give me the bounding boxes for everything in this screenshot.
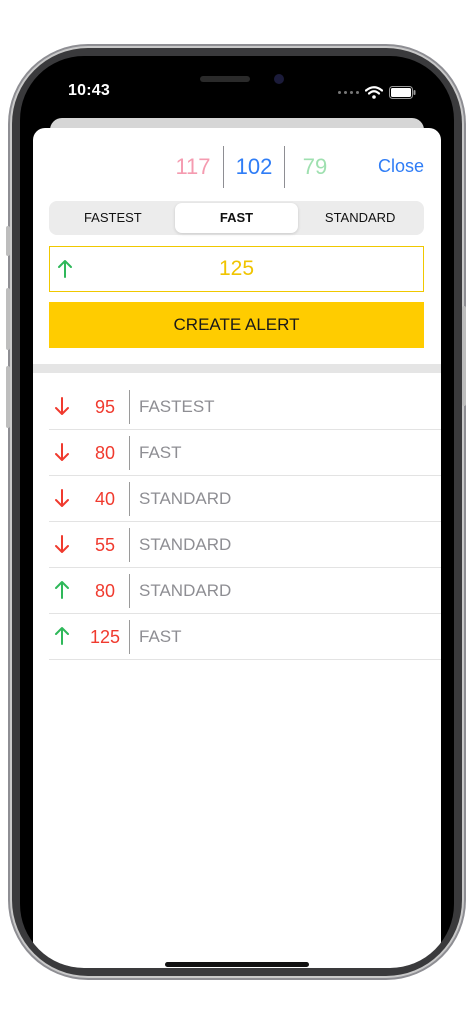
direction-icon bbox=[53, 534, 71, 559]
direction-icon bbox=[53, 626, 71, 651]
alert-row[interactable]: 80 STANDARD bbox=[49, 568, 441, 614]
cellular-signal-icon bbox=[338, 91, 359, 94]
price-fast: 102 bbox=[235, 154, 273, 179]
alert-row[interactable]: 80 FAST bbox=[49, 430, 441, 476]
segment-standard[interactable]: STANDARD bbox=[298, 203, 422, 233]
alert-row[interactable]: 40 STANDARD bbox=[49, 476, 441, 522]
direction-icon bbox=[53, 580, 71, 605]
alert-price-value[interactable]: 125 bbox=[50, 257, 423, 281]
alert-speed: STANDARD bbox=[139, 535, 232, 554]
direction-icon bbox=[53, 488, 71, 513]
arrow-down-icon bbox=[55, 443, 69, 461]
gas-prices: 117 102 79 bbox=[163, 146, 345, 188]
close-button[interactable]: Close bbox=[378, 156, 424, 177]
price-fastest: 117 bbox=[175, 154, 211, 179]
arrow-up-icon bbox=[55, 627, 69, 645]
side-button-silent bbox=[6, 226, 10, 256]
alert-speed: FAST bbox=[139, 627, 182, 646]
arrow-down-icon bbox=[55, 535, 69, 553]
alert-speed: FAST bbox=[139, 443, 182, 462]
segment-fast[interactable]: FAST bbox=[174, 203, 299, 233]
row-divider bbox=[129, 620, 130, 654]
side-button-volume-up bbox=[6, 288, 10, 350]
alert-sheet: 117 102 79 Close FASTEST FAST STANDARD 1… bbox=[33, 128, 441, 968]
phone-screen: 10:43 117 102 79 Close FASTEST FAST STAN… bbox=[20, 56, 454, 968]
speed-segmented-control: FASTEST FAST STANDARD bbox=[49, 201, 424, 235]
alert-value: 80 bbox=[94, 443, 116, 463]
segment-fastest[interactable]: FASTEST bbox=[51, 203, 175, 233]
section-divider bbox=[33, 364, 441, 373]
direction-icon bbox=[53, 396, 71, 421]
alert-speed: FASTEST bbox=[139, 397, 215, 416]
status-icons bbox=[338, 86, 416, 99]
alert-speed: STANDARD bbox=[139, 581, 232, 600]
alert-list: 95 FASTEST 80 FAST 40 STANDARD 55 STANDA… bbox=[49, 384, 441, 660]
battery-icon bbox=[389, 86, 416, 99]
alert-value: 40 bbox=[94, 489, 116, 509]
row-divider bbox=[129, 528, 130, 562]
alert-row[interactable]: 95 FASTEST bbox=[49, 384, 441, 430]
alert-speed: STANDARD bbox=[139, 489, 232, 508]
alert-price-input[interactable]: 125 bbox=[49, 246, 424, 292]
direction-icon bbox=[53, 442, 71, 467]
arrow-down-icon bbox=[55, 489, 69, 507]
alert-row[interactable]: 55 STANDARD bbox=[49, 522, 441, 568]
alert-row[interactable]: 125 FAST bbox=[49, 614, 441, 660]
side-button-power bbox=[462, 306, 466, 406]
price-standard: 79 bbox=[302, 154, 328, 179]
earpiece-speaker bbox=[200, 76, 250, 82]
status-time: 10:43 bbox=[68, 82, 110, 99]
arrow-up-icon bbox=[55, 581, 69, 599]
row-divider bbox=[129, 390, 130, 424]
side-button-volume-down bbox=[6, 366, 10, 428]
alert-value: 125 bbox=[89, 627, 121, 647]
arrow-down-icon bbox=[55, 397, 69, 415]
home-indicator[interactable] bbox=[165, 962, 309, 967]
row-divider bbox=[129, 436, 130, 470]
alert-value: 55 bbox=[94, 535, 116, 555]
row-divider bbox=[129, 574, 130, 608]
create-alert-button[interactable]: CREATE ALERT bbox=[49, 302, 424, 348]
front-camera bbox=[274, 74, 284, 84]
alert-value: 95 bbox=[94, 397, 116, 417]
wifi-icon bbox=[365, 86, 383, 99]
row-divider bbox=[129, 482, 130, 516]
alert-value: 80 bbox=[94, 581, 116, 601]
